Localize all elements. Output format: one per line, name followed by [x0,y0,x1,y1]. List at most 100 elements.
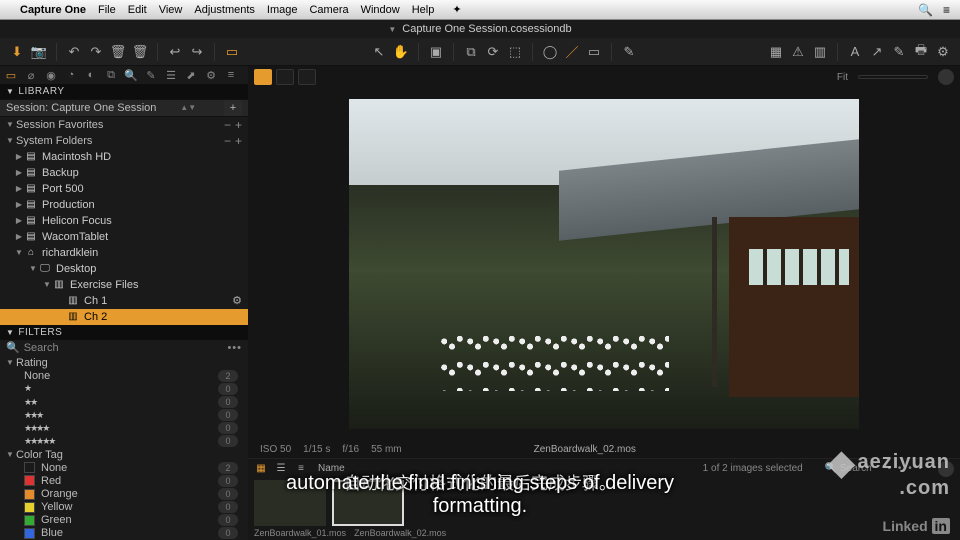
loupe-icon[interactable]: ▣ [425,41,447,63]
back-icon[interactable]: ↩ [164,41,186,63]
folder-ch2[interactable]: ▥Ch 2 [0,309,248,325]
menu-help[interactable]: Help [412,4,435,16]
cursor-icon[interactable]: ↖ [368,41,390,63]
tag-green[interactable]: Green0 [0,514,248,527]
trash-icon[interactable]: 🗑 [129,41,151,63]
folder-row[interactable]: ▼▥Exercise Files [0,277,248,293]
system-folders-header[interactable]: ▼System Folders−+ [0,133,248,149]
browser-search[interactable]: 🔍 Search [825,463,872,474]
lens-tab-icon[interactable]: ◉ [44,68,58,82]
brush-icon[interactable]: ／ [561,41,583,63]
reset-icon[interactable]: 🗑 [107,41,129,63]
colortag-header[interactable]: ▼Color Tag [0,448,248,461]
spot-icon[interactable]: ◯ [539,41,561,63]
details-tab-icon[interactable]: 🔍 [124,68,138,82]
menu-camera[interactable]: Camera [309,4,348,16]
tag-orange[interactable]: Orange0 [0,487,248,500]
menu-adjustments[interactable]: Adjustments [194,4,255,16]
rating-2[interactable]: ★★0 [0,395,248,408]
capture-tab-icon[interactable]: ⌀ [24,68,38,82]
folder-row[interactable]: ▶▤Port 500 [0,181,248,197]
warning-icon[interactable]: ⚠ [787,41,809,63]
forward-icon[interactable]: ↪ [186,41,208,63]
text-icon[interactable]: A [844,41,866,63]
metadata-tab-icon[interactable]: ☰ [164,68,178,82]
process-icon[interactable]: ↗ [866,41,888,63]
rating-none[interactable]: None2 [0,369,248,382]
filter-search[interactable]: 🔍 Search••• [0,340,248,356]
undo-icon[interactable]: ↶ [63,41,85,63]
menu-window[interactable]: Window [361,4,400,16]
folder-row[interactable]: ▼⌂richardklein [0,245,248,261]
grid-mode-icon[interactable] [254,69,272,85]
rotate-icon[interactable]: ⟳ [482,41,504,63]
gear-icon[interactable]: ⚙ [232,294,242,307]
tag-red[interactable]: Red0 [0,474,248,487]
crop-icon[interactable]: ⧉ [460,41,482,63]
edit-icon[interactable]: ✎ [888,41,910,63]
exposure-tab-icon[interactable]: ◐ [84,68,98,82]
thumbnail[interactable] [254,480,326,526]
menu-file[interactable]: File [98,4,116,16]
folder-row[interactable]: ▶▤Backup [0,165,248,181]
list-icon[interactable]: ≡ [294,462,308,476]
avatar[interactable] [938,461,954,477]
menu-image[interactable]: Image [267,4,298,16]
zoom-slider[interactable] [858,75,928,79]
library-tab-icon[interactable]: ▭ [4,68,18,82]
name-column[interactable]: Name [318,463,345,474]
rating-1[interactable]: ★0 [0,382,248,395]
session-favorites-header[interactable]: ▼Session Favorites−+ [0,117,248,133]
multi-mode-icon[interactable] [298,69,316,85]
thumbnail[interactable] [332,480,404,526]
settings-icon[interactable]: ⚙ [932,41,954,63]
avatar[interactable] [938,69,954,85]
add-session-button[interactable]: + [224,100,242,116]
batch-tab-icon[interactable]: ≡ [224,68,238,82]
output-tab-icon[interactable]: ⬈ [184,68,198,82]
folder-row[interactable]: ▼🖵Desktop [0,261,248,277]
color-tab-icon[interactable]: ◔ [64,68,78,82]
folder-row[interactable]: ▶▤Production [0,197,248,213]
session-selector[interactable]: Session: Capture One Session ▲▼ + [0,99,248,117]
menu-extras-icon[interactable]: ≡ [943,3,950,17]
grid-icon[interactable]: ▦ [254,462,268,476]
tool-tabs: ▭ ⌀ ◉ ◔ ◐ ⧉ 🔍 ✎ ☰ ⬈ ⚙ ≡ [0,66,248,84]
more-icon[interactable]: ••• [227,342,242,354]
image-viewer[interactable] [248,88,960,440]
camera-icon[interactable]: 📷 [28,41,50,63]
copy-adjustments-icon[interactable]: ▭ [221,41,243,63]
tag-none[interactable]: None2 [0,461,248,474]
rating-3[interactable]: ★★★0 [0,409,248,422]
menu-view[interactable]: View [159,4,183,16]
import-icon[interactable]: ⬇ [6,41,28,63]
folder-row[interactable]: ▶▤Helicon Focus [0,213,248,229]
browser-more-icon[interactable]: • • • • [888,463,924,474]
grid-icon[interactable]: ▥ [809,41,831,63]
folder-row[interactable]: ▶▤WacomTablet [0,229,248,245]
rating-4[interactable]: ★★★★0 [0,422,248,435]
menu-edit[interactable]: Edit [128,4,147,16]
tag-yellow[interactable]: Yellow0 [0,501,248,514]
folder-row[interactable]: ▶▤Macintosh HD [0,149,248,165]
grid-view-icon[interactable]: ▦ [765,41,787,63]
eyedropper-icon[interactable]: ✎ [618,41,640,63]
app-name[interactable]: Capture One [20,4,86,16]
tag-blue[interactable]: Blue0 [0,527,248,540]
folder-ch1[interactable]: ▥Ch 1⚙ [0,293,248,309]
gear-tab-icon[interactable]: ⚙ [204,68,218,82]
hand-icon[interactable]: ✋ [390,41,412,63]
redo-icon[interactable]: ↷ [85,41,107,63]
rating-header[interactable]: ▼Rating [0,356,248,369]
print-icon[interactable]: 🖶 [910,41,932,63]
spotlight-menu-icon[interactable]: ✦ [452,3,461,16]
rating-5[interactable]: ★★★★★0 [0,435,248,448]
keystone-icon[interactable]: ⬚ [504,41,526,63]
search-icon[interactable]: 🔍 [918,3,933,17]
single-mode-icon[interactable] [276,69,294,85]
adjust-tab-icon[interactable]: ✎ [144,68,158,82]
crop-tab-icon[interactable]: ⧉ [104,68,118,82]
exif-iso: ISO 50 [260,444,291,455]
filmstrip-icon[interactable]: ☰ [274,462,288,476]
mask-icon[interactable]: ▭ [583,41,605,63]
